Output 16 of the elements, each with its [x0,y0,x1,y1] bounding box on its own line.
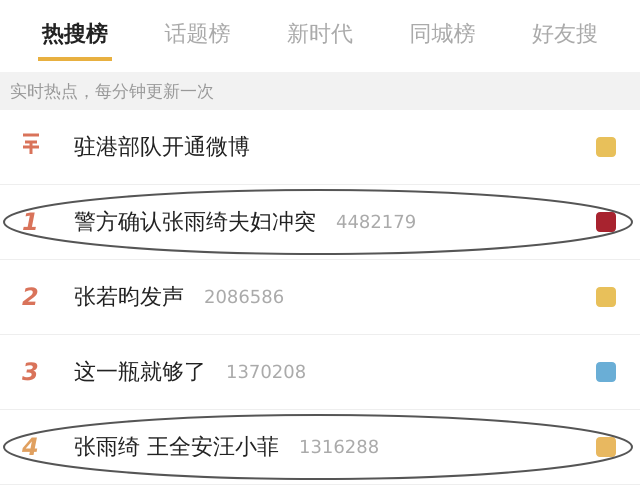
topic-title[interactable]: 张雨绮 王全安汪小菲 [74,432,279,462]
search-count: 1370208 [226,362,306,382]
search-count: 2086586 [204,286,284,308]
topic-title[interactable]: 驻港部队开通微博 [74,132,250,162]
topic-title[interactable]: 张若昀发声 [74,282,184,312]
rank-number: 1 [22,208,40,236]
rank-number: 3 [22,358,40,386]
search-count: 4482179 [336,212,416,232]
topic-title[interactable]: 警方确认张雨绮夫妇冲突 [74,207,316,237]
tab[interactable]: 热搜榜 [38,11,112,61]
rank-number: 2 [22,283,40,311]
topic-title[interactable]: 这一瓶就够了 [74,357,206,387]
rank-number: 4 [22,433,40,461]
notice-text: 实时热点，每分钟更新一次 [10,80,214,102]
search-count: 1316288 [299,436,380,458]
pin-icon [22,133,40,155]
